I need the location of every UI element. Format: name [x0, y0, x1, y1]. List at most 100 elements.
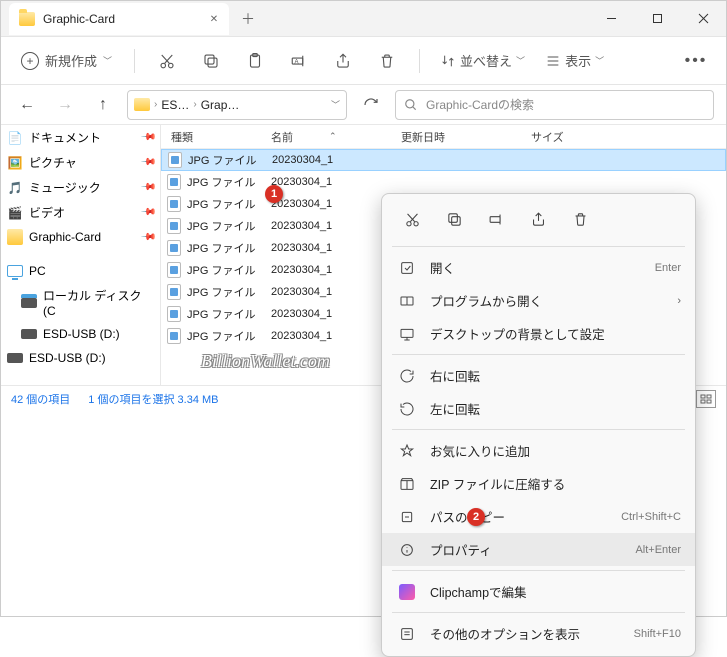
sidebar-item-drive-d2[interactable]: ESD-USB (D:)	[1, 346, 160, 370]
music-icon: 🎵	[7, 180, 23, 196]
chevron-down-icon[interactable]: ﹀	[331, 98, 340, 111]
sidebar-item-pictures[interactable]: 🖼️ピクチャ📌	[1, 150, 160, 175]
jpg-file-icon	[167, 284, 181, 300]
sidebar-item-graphic-card[interactable]: Graphic-Card📌	[1, 225, 160, 249]
chevron-right-icon: ›	[193, 99, 196, 110]
col-date[interactable]: 更新日時	[401, 129, 531, 145]
ctx-more-options[interactable]: その他のオプションを表示Shift+F10	[382, 617, 695, 650]
ctx-favorite[interactable]: お気に入りに追加	[382, 434, 695, 467]
pin-icon: 📌	[139, 204, 156, 221]
ctx-copy-button[interactable]	[436, 204, 472, 234]
context-menu: 開くEnter プログラムから開く› デスクトップの背景として設定 右に回転 左…	[381, 193, 696, 657]
sidebar-item-drive-d[interactable]: ESD-USB (D:)	[1, 322, 160, 346]
column-headers[interactable]: 種類 名前⌃ 更新日時 サイズ	[161, 125, 726, 149]
jpg-file-icon	[167, 262, 181, 278]
sidebar-item-documents[interactable]: 📄ドキュメント📌	[1, 125, 160, 150]
jpg-file-icon	[167, 196, 181, 212]
ctx-clipchamp[interactable]: Clipchampで編集	[382, 575, 695, 608]
nav-bar: ← → ↑ › ES… › Grap… ﹀ Graphic-Cardの検索	[1, 85, 726, 125]
minimize-button[interactable]	[588, 1, 634, 37]
ctx-set-background[interactable]: デスクトップの背景として設定	[382, 317, 695, 350]
tab-close-button[interactable]: ✕	[209, 14, 219, 24]
ctx-open-with[interactable]: プログラムから開く›	[382, 284, 695, 317]
file-row[interactable]: JPG ファイル20230304_1	[161, 149, 726, 171]
chevron-down-icon: ﹀	[516, 54, 525, 67]
new-tab-button[interactable]: ＋	[241, 9, 255, 29]
col-size[interactable]: サイズ	[531, 129, 564, 145]
close-window-button[interactable]	[680, 1, 726, 37]
ctx-properties[interactable]: プロパティAlt+Enter	[382, 533, 695, 566]
ctx-rotate-left[interactable]: 左に回転	[382, 392, 695, 425]
back-button[interactable]: ←	[13, 91, 41, 119]
window-controls	[588, 1, 726, 37]
view-thumbnails-button[interactable]	[696, 390, 716, 408]
open-icon	[398, 259, 416, 277]
col-name[interactable]: 名前⌃	[271, 129, 401, 145]
forward-button[interactable]: →	[51, 91, 79, 119]
drive-icon	[21, 295, 37, 311]
pin-icon: 📌	[139, 154, 156, 171]
annotation-badge-1: 1	[265, 185, 283, 203]
copy-button[interactable]	[193, 45, 229, 77]
folder-icon	[134, 98, 150, 111]
refresh-button[interactable]	[357, 91, 385, 119]
ctx-delete-button[interactable]	[562, 204, 598, 234]
folder-icon	[19, 12, 35, 26]
ctx-open[interactable]: 開くEnter	[382, 251, 695, 284]
separator	[419, 49, 420, 73]
rotate-right-icon	[398, 367, 416, 385]
selection-info: 1 個の項目を選択 3.34 MB	[88, 391, 218, 407]
ctx-rename-button[interactable]	[478, 204, 514, 234]
sidebar: 📄ドキュメント📌 🖼️ピクチャ📌 🎵ミュージック📌 🎬ビデオ📌 Graphic-…	[1, 125, 161, 385]
sidebar-item-pc[interactable]: PC	[1, 259, 160, 283]
ctx-zip[interactable]: ZIP ファイルに圧縮する	[382, 467, 695, 500]
annotation-badge-2: 2	[467, 508, 485, 526]
context-action-icons	[382, 200, 695, 242]
clipchamp-icon	[398, 583, 416, 601]
sidebar-item-videos[interactable]: 🎬ビデオ📌	[1, 200, 160, 225]
folder-icon	[7, 229, 23, 245]
new-label: 新規作成	[45, 51, 97, 70]
share-button[interactable]	[325, 45, 361, 77]
pictures-icon: 🖼️	[7, 155, 23, 171]
view-button[interactable]: 表示 ﹀	[539, 51, 610, 70]
separator	[134, 49, 135, 73]
sidebar-item-drive-c[interactable]: ローカル ディスク (C	[1, 283, 160, 322]
delete-button[interactable]	[369, 45, 405, 77]
paste-button[interactable]	[237, 45, 273, 77]
new-button[interactable]: + 新規作成 ﹀	[13, 47, 120, 74]
ctx-share-button[interactable]	[520, 204, 556, 234]
jpg-file-icon	[168, 152, 182, 168]
document-icon: 📄	[7, 130, 23, 146]
rotate-left-icon	[398, 400, 416, 418]
pin-icon: 📌	[139, 229, 156, 246]
up-button[interactable]: ↑	[89, 91, 117, 119]
search-icon	[404, 98, 418, 112]
ctx-copy-path[interactable]: パスのコピーCtrl+Shift+C	[382, 500, 695, 533]
titlebar: Graphic-Card ✕ ＋	[1, 1, 726, 37]
breadcrumb-seg[interactable]: Grap…	[201, 98, 240, 112]
pin-icon: 📌	[139, 129, 156, 146]
chevron-down-icon: ﹀	[103, 54, 112, 67]
tab-active[interactable]: Graphic-Card ✕	[9, 3, 229, 35]
sidebar-item-music[interactable]: 🎵ミュージック📌	[1, 175, 160, 200]
address-bar[interactable]: › ES… › Grap… ﹀	[127, 90, 347, 120]
cut-button[interactable]	[149, 45, 185, 77]
item-count: 42 個の項目	[11, 391, 70, 407]
drive-icon	[21, 326, 37, 342]
ctx-rotate-right[interactable]: 右に回転	[382, 359, 695, 392]
sort-button[interactable]: 並べ替え ﹀	[434, 51, 531, 70]
rename-button[interactable]: A	[281, 45, 317, 77]
file-row[interactable]: JPG ファイル20230304_1	[161, 171, 726, 193]
more-button[interactable]: •••	[678, 45, 714, 77]
breadcrumb-seg[interactable]: ES…	[161, 98, 189, 112]
video-icon: 🎬	[7, 205, 23, 221]
col-type[interactable]: 種類	[161, 129, 271, 145]
jpg-file-icon	[167, 328, 181, 344]
desktop-icon	[398, 325, 416, 343]
copy-path-icon	[398, 508, 416, 526]
maximize-button[interactable]	[634, 1, 680, 37]
chevron-down-icon: ﹀	[595, 54, 604, 67]
search-input[interactable]: Graphic-Cardの検索	[395, 90, 714, 120]
ctx-cut-button[interactable]	[394, 204, 430, 234]
